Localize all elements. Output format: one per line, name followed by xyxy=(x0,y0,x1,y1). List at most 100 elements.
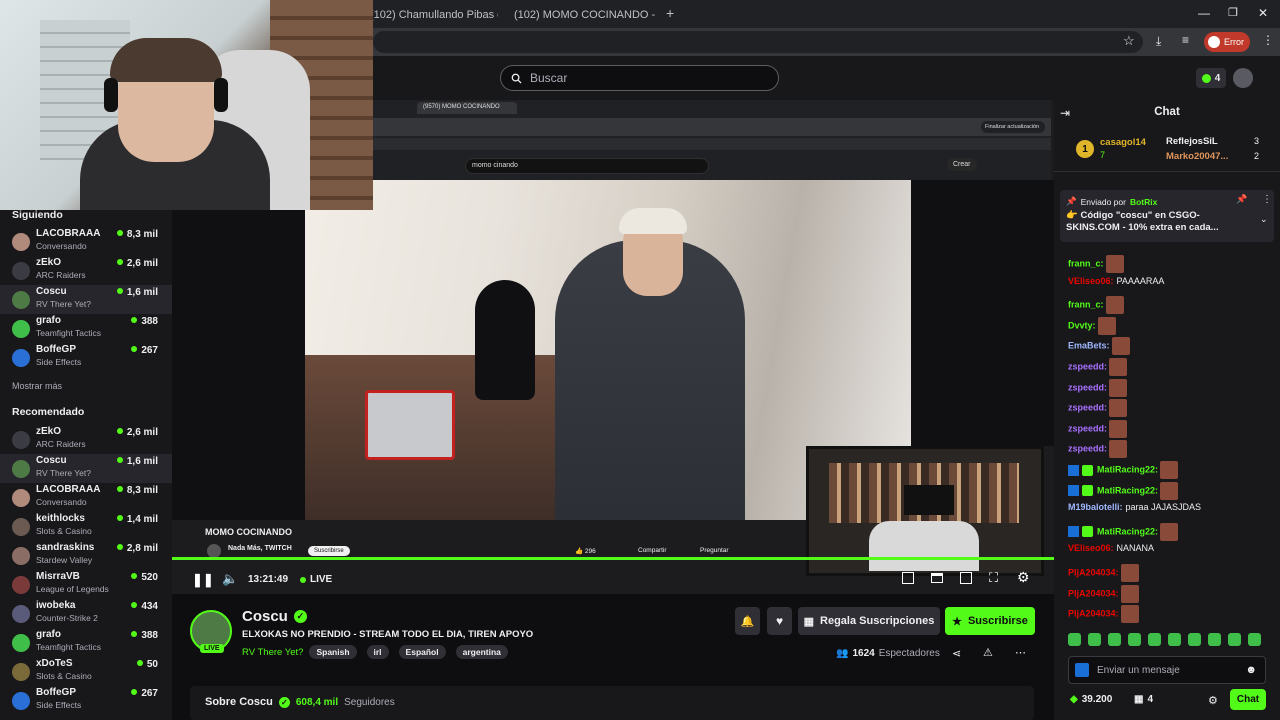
chat-username[interactable]: zspeedd: xyxy=(1068,403,1107,413)
subscribe-label: Suscribirse xyxy=(967,615,1028,627)
tag[interactable]: Spanish xyxy=(309,645,357,659)
channel-name: Coscu xyxy=(36,455,67,466)
top-user-name[interactable]: Marko20047... xyxy=(1166,151,1228,162)
maximize-icon[interactable]: ❐ xyxy=(1228,6,1238,19)
emote-icon[interactable] xyxy=(1228,633,1241,646)
chat-username[interactable]: EmaBets: xyxy=(1068,341,1110,351)
sidebar-channel[interactable]: keithlocks Slots & Casino 1,4 mil xyxy=(0,512,172,541)
chat-username[interactable]: PIjA204034: xyxy=(1068,588,1119,598)
download-icon[interactable]: ⤓ xyxy=(1156,34,1161,49)
follow-heart-icon[interactable]: ♥ xyxy=(767,607,792,635)
tag[interactable]: argentina xyxy=(455,645,508,659)
emote-icon[interactable] xyxy=(1168,633,1181,646)
chat-username[interactable]: VEliseo06: xyxy=(1068,543,1114,553)
tag[interactable]: irl xyxy=(366,645,389,659)
minimize-icon[interactable]: — xyxy=(1198,6,1210,20)
pinned-message[interactable]: 📌 Enviado por BotRix 👉 Código "coscu" en… xyxy=(1060,190,1274,242)
chat-username[interactable]: zspeedd: xyxy=(1068,382,1107,392)
viewer-count: 2,6 mil xyxy=(117,427,158,438)
volume-icon[interactable]: 🔈 xyxy=(222,571,238,587)
sidebar-channel[interactable]: sandraskins Stardew Valley 2,8 mil xyxy=(0,541,172,570)
sidebar-channel[interactable]: xDoTeS Slots & Casino 50 xyxy=(0,657,172,686)
more-options-icon[interactable]: ⋮ xyxy=(1262,194,1272,205)
sidebar-channel-selected[interactable]: Coscu RV There Yet? 1,6 mil xyxy=(0,454,172,483)
profile-error-button[interactable]: Error xyxy=(1204,32,1250,52)
notifications-bell-icon[interactable]: 🔔 xyxy=(735,607,760,635)
sidebar-channel[interactable]: grafo Teamfight Tactics 388 xyxy=(0,628,172,657)
chat-username[interactable]: MatiRacing22: xyxy=(1097,464,1158,474)
sidebar-channel[interactable]: BoffeGP Side Effects 267 xyxy=(0,686,172,715)
chat-username[interactable]: zspeedd: xyxy=(1068,444,1107,454)
channel-points[interactable]: ◆ 39.200 xyxy=(1070,694,1112,705)
chat-username[interactable]: zspeedd: xyxy=(1068,423,1107,433)
new-tab-icon[interactable]: + xyxy=(666,5,674,21)
search-input[interactable]: Buscar xyxy=(500,65,779,91)
chat-input[interactable]: Enviar un mensaje ☻ xyxy=(1068,656,1266,684)
chat-username[interactable]: PIjA204034: xyxy=(1068,609,1119,619)
capture-search: momo cinando xyxy=(465,158,709,174)
emote-icon[interactable] xyxy=(1108,633,1121,646)
sidebar-channel[interactable]: zEkO ARC Raiders 2,6 mil xyxy=(0,425,172,454)
chevron-down-icon[interactable]: ⌄ xyxy=(1260,214,1268,225)
media-icon[interactable]: ≡ xyxy=(1182,33,1189,47)
sidebar-channel[interactable]: LACOBRAAA Conversando 8,3 mil xyxy=(0,227,172,256)
emoji-icon[interactable]: ☻ xyxy=(1245,664,1257,676)
channel-name[interactable]: Coscu xyxy=(242,608,288,625)
show-more-link[interactable]: Mostrar más xyxy=(12,381,62,391)
user-avatar[interactable] xyxy=(1233,68,1253,88)
browser-tab[interactable]: (102) Chamullando Pibas en Pi ✕ xyxy=(370,4,498,26)
chat-username[interactable]: Dvvty: xyxy=(1068,320,1096,330)
top-user-name[interactable]: casagol14 xyxy=(1100,137,1146,148)
menu-icon[interactable]: ⋮ xyxy=(1262,33,1274,47)
unpin-icon[interactable]: 📌 xyxy=(1236,194,1247,205)
chat-username[interactable]: PIjA204034: xyxy=(1068,567,1119,577)
emote-icon[interactable] xyxy=(1188,633,1201,646)
gift-subs-button[interactable]: ▦ Regala Suscripciones xyxy=(798,607,940,635)
sidebar-channel-selected[interactable]: Coscu RV There Yet? 1,6 mil xyxy=(0,285,172,314)
emote-icon[interactable] xyxy=(1248,633,1261,646)
chat-send-button[interactable]: Chat xyxy=(1230,689,1266,710)
bookmark-star-icon[interactable]: ☆ xyxy=(1123,33,1135,49)
emote-icon[interactable] xyxy=(1068,633,1081,646)
close-window-icon[interactable]: ✕ xyxy=(1258,6,1268,20)
chat-username[interactable]: VEliseo06: xyxy=(1068,276,1114,286)
report-icon[interactable]: ⚠ xyxy=(983,646,993,659)
tag[interactable]: Español xyxy=(398,645,446,659)
chat-username[interactable]: frann_c: xyxy=(1068,300,1104,310)
emote-icon[interactable] xyxy=(1128,633,1141,646)
emote-icon[interactable] xyxy=(1208,633,1221,646)
pause-icon[interactable]: ❚❚ xyxy=(192,572,214,588)
theater-icon[interactable] xyxy=(931,573,943,583)
emote-icon[interactable] xyxy=(1088,633,1101,646)
sidebar-channel[interactable]: iwobeka Counter-Strike 2 434 xyxy=(0,599,172,628)
share-icon[interactable]: ⋖ xyxy=(952,647,961,660)
chat-username[interactable]: M19balotelli: xyxy=(1068,502,1123,512)
fullscreen-icon[interactable]: ⛶ xyxy=(989,570,998,586)
sidebar-channel[interactable]: zEkO ARC Raiders 2,6 mil xyxy=(0,256,172,285)
mini-player-icon[interactable] xyxy=(960,572,972,584)
viewer-stats: 👥 1624 Espectadores xyxy=(836,648,940,659)
top-user-name[interactable]: ReflejosSiL xyxy=(1166,136,1218,147)
chat-username[interactable]: MatiRacing22: xyxy=(1097,526,1158,536)
sidebar-channel[interactable]: MisrraVB League of Legends 520 xyxy=(0,570,172,599)
sidebar-channel[interactable]: LACOBRAAA Conversando 8,3 mil xyxy=(0,483,172,512)
gear-icon[interactable]: ⚙ xyxy=(1017,569,1030,586)
chat-username[interactable]: frann_c: xyxy=(1068,258,1104,268)
browser-tab-active[interactable]: (102) MOMO COCINANDO - Yo ✕ xyxy=(508,4,658,26)
chat-message: M19balotelli: paraa JAJASJDAS xyxy=(1068,502,1201,512)
pip-icon[interactable] xyxy=(902,572,914,584)
category-link[interactable]: RV There Yet? xyxy=(242,647,303,658)
chat-username[interactable]: MatiRacing22: xyxy=(1097,485,1158,495)
address-bar[interactable] xyxy=(373,31,1143,53)
progress-bar[interactable] xyxy=(172,557,1054,560)
sidebar-channel[interactable]: grafo Teamfight Tactics 388 xyxy=(0,314,172,343)
gift-counter[interactable]: ▦ 4 xyxy=(1134,694,1153,705)
emote-icon[interactable] xyxy=(1148,633,1161,646)
sidebar-channel[interactable]: BoffeGP Side Effects 267 xyxy=(0,343,172,372)
capture-video-title: MOMO COCINANDO xyxy=(205,527,292,537)
gear-icon[interactable]: ⚙ xyxy=(1208,694,1218,707)
subscribe-button[interactable]: ★ Suscribirse xyxy=(945,607,1035,635)
more-options-icon[interactable]: ⋯ xyxy=(1015,646,1026,659)
drops-badge[interactable]: 4 xyxy=(1196,68,1226,88)
chat-username[interactable]: zspeedd: xyxy=(1068,361,1107,371)
